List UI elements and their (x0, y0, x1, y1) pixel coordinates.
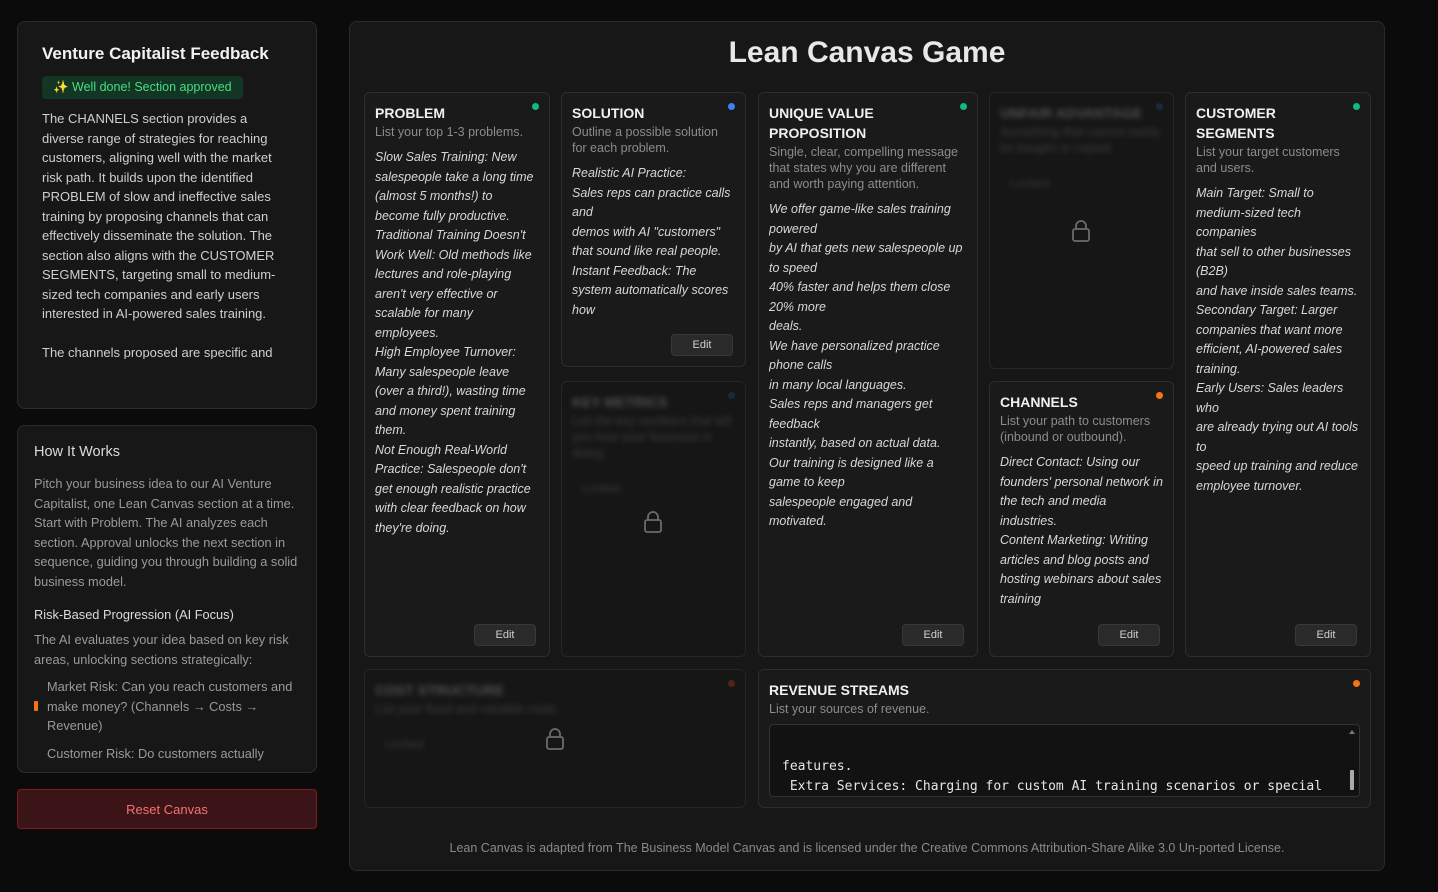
risk-title: Risk-Based Progression (AI Focus) (34, 607, 234, 622)
section-title: UNFAIR ADVANTAGE (1000, 105, 1143, 121)
section-title: KEY METRICS (572, 394, 668, 410)
risk-item-market: Market Risk: Can you reach customers and… (34, 677, 300, 736)
vc-feedback-panel: Venture Capitalist Feedback ✨ Well done!… (17, 21, 317, 409)
lock-icon (1072, 220, 1090, 242)
section-channels: CHANNELS List your path to customers (in… (989, 381, 1174, 657)
reset-canvas-button[interactable]: Reset Canvas (17, 789, 317, 829)
locked-label: Locked (582, 481, 621, 495)
section-revenue-streams: REVENUE STREAMS List your sources of rev… (758, 669, 1371, 808)
section-title: CHANNELS (1000, 394, 1078, 410)
section-solution: SOLUTION Outline a possible solution for… (561, 92, 746, 367)
textarea-text: features. Extra Services: Charging for c… (782, 759, 1323, 794)
section-content[interactable]: Realistic AI Practice: Sales reps can pr… (572, 164, 735, 322)
edit-button[interactable]: Edit (902, 624, 964, 646)
section-cost-structure: COST STRUCTURE List your fixed and varia… (364, 669, 746, 808)
page-title: Lean Canvas Game (728, 36, 1006, 69)
how-title: How It Works (34, 444, 120, 460)
section-subtitle: Something that cannot easily be bought o… (1000, 125, 1161, 155)
active-risk-marker (34, 701, 38, 711)
section-subtitle: List your target customers and users. (1196, 145, 1340, 175)
section-subtitle: List your path to customers (inbound or … (1000, 414, 1151, 444)
status-dot (728, 103, 735, 110)
license-footer: Lean Canvas is adapted from The Business… (449, 841, 1285, 855)
section-title: CUSTOMER SEGMENTS (1196, 105, 1276, 141)
section-subtitle: Single, clear, compelling message that s… (769, 145, 958, 191)
risk-intro: The AI evaluates your idea based on key … (34, 632, 289, 667)
risk-item-label: Market Risk: Can you reach customers and… (47, 679, 293, 733)
approved-badge: ✨ Well done! Section approved (42, 76, 243, 99)
section-content[interactable]: Direct Contact: Using our founders' pers… (1000, 453, 1163, 609)
feedback-text[interactable]: The CHANNELS section provides a diverse … (42, 109, 292, 359)
edit-button[interactable]: Edit (1295, 624, 1357, 646)
how-intro: Pitch your business idea to our AI Ventu… (34, 476, 298, 589)
revenue-textarea[interactable]: features. Extra Services: Charging for c… (769, 724, 1360, 797)
status-dot (1353, 103, 1360, 110)
status-dot (1156, 392, 1163, 399)
textarea-scrollbar[interactable] (1347, 728, 1357, 797)
edit-button[interactable]: Edit (1098, 624, 1160, 646)
feedback-title: Venture Capitalist Feedback (42, 44, 269, 63)
status-dot (1353, 680, 1360, 687)
risk-item-label: Customer Risk: Do customers actually (47, 745, 264, 761)
how-it-works-panel: How It Works Pitch your business idea to… (17, 425, 317, 773)
section-title: COST STRUCTURE (375, 682, 505, 698)
section-subtitle: List the key numbers that tell you how y… (572, 414, 732, 460)
status-dot (960, 103, 967, 110)
section-uvp: UNIQUE VALUE PROPOSITION Single, clear, … (758, 92, 978, 657)
section-subtitle: List your sources of revenue. (769, 702, 930, 716)
lock-icon (546, 728, 564, 750)
section-key-metrics: KEY METRICS List the key numbers that te… (561, 381, 746, 657)
section-content[interactable]: Main Target: Small to medium-sized tech … (1196, 184, 1360, 574)
locked-label: Locked (1010, 176, 1049, 190)
section-content[interactable]: Slow Sales Training: New salespeople tak… (375, 148, 539, 576)
section-problem: PROBLEM List your top 1-3 problems. Slow… (364, 92, 550, 657)
section-title: REVENUE STREAMS (769, 682, 910, 698)
section-subtitle: List your top 1-3 problems. (375, 125, 523, 139)
risk-item-customer: Customer Risk: Do customers actually (34, 744, 300, 764)
edit-button[interactable]: Edit (474, 624, 536, 646)
section-subtitle: Outline a possible solution for each pro… (572, 125, 718, 155)
section-subtitle: List your fixed and variable costs. (375, 702, 560, 716)
section-customer-segments: CUSTOMER SEGMENTS List your target custo… (1185, 92, 1371, 657)
section-content[interactable]: We offer game-like sales training powere… (769, 200, 967, 540)
section-title: PROBLEM (375, 105, 445, 121)
status-dot (532, 103, 539, 110)
section-unfair-advantage: UNFAIR ADVANTAGE Something that cannot e… (989, 92, 1174, 369)
edit-button[interactable]: Edit (671, 334, 733, 356)
section-title: SOLUTION (572, 105, 645, 121)
lean-canvas-panel: Lean Canvas Game PROBLEM List your top 1… (349, 21, 1385, 871)
lock-icon (644, 511, 662, 533)
section-title: UNIQUE VALUE PROPOSITION (769, 105, 874, 141)
